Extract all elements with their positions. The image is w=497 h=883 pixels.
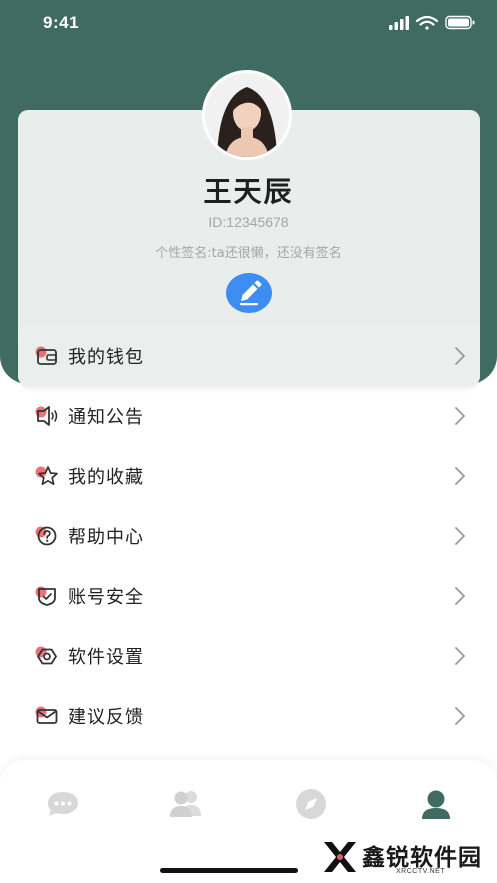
menu-label-settings: 软件设置 [68, 647, 144, 668]
menu-label-help: 帮助中心 [68, 527, 144, 548]
chat-icon[interactable] [43, 787, 83, 821]
menu-item-announcements[interactable]: 通知公告 [18, 386, 480, 446]
menu-label-favorites: 我的收藏 [68, 467, 144, 488]
watermark-subtext: XRCCTV.NET [396, 868, 446, 875]
status-time: 9:41 [43, 13, 80, 32]
avatar-portrait [205, 73, 289, 157]
pencil-icon [240, 280, 262, 306]
menu-label-account-security: 账号安全 [68, 587, 144, 608]
user-signature: 个性签名:ta还很懒，还没有签名 [155, 246, 342, 261]
contacts-icon[interactable] [166, 787, 206, 821]
wallet-icon [35, 346, 57, 365]
discover-icon[interactable] [291, 787, 331, 821]
shield-icon [35, 586, 56, 606]
menu-item-favorites[interactable]: 我的收藏 [18, 446, 480, 506]
watermark-text: 鑫锐软件园 [362, 845, 482, 871]
menu-label-announcements: 通知公告 [68, 407, 144, 428]
user-name: 王天辰 [203, 175, 294, 208]
star-icon [35, 466, 58, 486]
signal-icon [389, 16, 409, 30]
menu-item-settings[interactable]: 软件设置 [18, 626, 480, 686]
chevron-right-icon [455, 407, 465, 425]
profile-icon[interactable] [416, 787, 456, 821]
chevron-right-icon [455, 527, 465, 545]
chevron-right-icon [455, 647, 465, 665]
battery-icon [445, 15, 475, 30]
menu-item-feedback[interactable]: 建议反馈 [18, 686, 480, 746]
menu-item-account-security[interactable]: 账号安全 [18, 566, 480, 626]
announcement-icon [35, 406, 58, 426]
edit-profile-button[interactable] [226, 273, 272, 313]
wifi-icon [415, 15, 439, 30]
home-indicator [160, 868, 298, 873]
status-bar: 9:41 [0, 0, 497, 46]
menu-label-wallet: 我的钱包 [68, 347, 144, 368]
menu-label-feedback: 建议反馈 [68, 707, 144, 728]
status-icons [389, 15, 475, 30]
user-id: ID:12345678 [208, 214, 289, 230]
help-icon [35, 526, 57, 546]
settings-icon [35, 646, 57, 665]
watermark-logo [324, 842, 356, 872]
menu-item-wallet[interactable]: 我的钱包 [18, 326, 480, 386]
mail-icon [35, 706, 58, 724]
watermark: 鑫锐软件园 XRCCTV.NET [318, 836, 494, 880]
menu-item-help[interactable]: 帮助中心 [18, 506, 480, 566]
chevron-right-icon [455, 707, 465, 725]
chevron-right-icon [455, 347, 465, 365]
chevron-right-icon [455, 467, 465, 485]
avatar[interactable] [202, 70, 292, 160]
chevron-right-icon [455, 587, 465, 605]
